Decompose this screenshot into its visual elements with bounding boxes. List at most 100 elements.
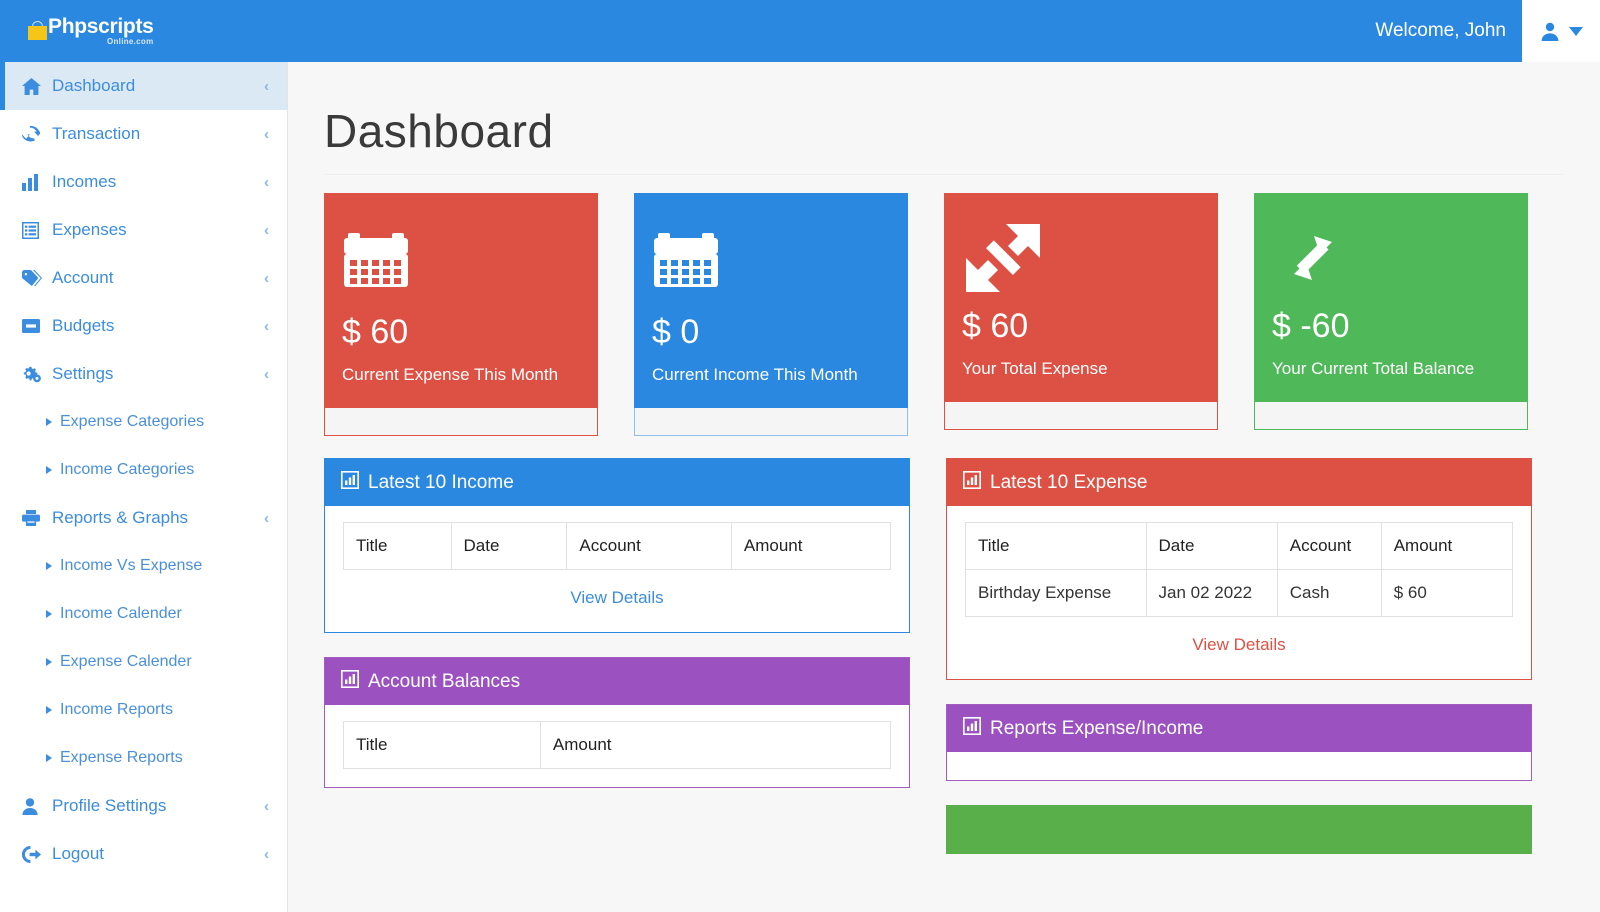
panel-body: Title Date Account Amount Birthday Expen… [947, 506, 1531, 679]
sidebar-subitem-expense-calender[interactable]: Expense Calender [0, 638, 287, 686]
panel-header: Reports Expense/Income [947, 705, 1531, 753]
sidebar-subitem-income-calender[interactable]: Income Calender [0, 590, 287, 638]
stat-card-footer[interactable] [634, 408, 908, 437]
triangle-bullet-icon [46, 466, 52, 474]
chevron-left-icon: ‹ [264, 797, 269, 815]
stat-card-total-expense[interactable]: $ 60 Your Total Expense [944, 193, 1218, 431]
stat-label: Current Income This Month [652, 365, 858, 384]
panel-title: Account Balances [368, 670, 521, 692]
panel-body [947, 752, 1531, 780]
brand-name: Phpscripts [48, 15, 154, 38]
chevron-left-icon: ‹ [264, 269, 269, 287]
stat-label: Your Current Total Balance [1272, 359, 1475, 378]
stat-card-footer[interactable] [944, 402, 1218, 431]
sidebar: Dashboard ‹ Transaction ‹ Incomes ‹ Expe… [0, 62, 288, 912]
tag-icon [22, 270, 44, 286]
triangle-bullet-icon [46, 706, 52, 714]
sidebar-item-account[interactable]: Account ‹ [0, 254, 287, 302]
panels-left-column: Latest 10 Income Title Date Account Amou… [324, 458, 910, 812]
account-balances-table: Title Amount [343, 721, 892, 770]
panel-header: Account Balances [325, 658, 909, 706]
sidebar-subitem-income-categories[interactable]: Income Categories [0, 446, 287, 494]
view-details-link[interactable]: View Details [965, 617, 1513, 661]
stat-card-current-expense[interactable]: $ 60 Current Expense This Month [324, 193, 598, 437]
column-header: Account [1276, 522, 1382, 571]
expand-arrows-icon [962, 215, 1200, 301]
stat-value: $ 0 [652, 313, 700, 351]
stat-card-total-balance[interactable]: $ -60 Your Current Total Balance [1254, 193, 1528, 431]
top-header: Phpscripts Online.com Welcome, John [0, 0, 1600, 62]
wallet-icon [22, 319, 44, 333]
sidebar-subitem-expense-reports[interactable]: Expense Reports [0, 734, 287, 782]
cell-title: Birthday Expense [965, 569, 1147, 618]
panel-body: Title Amount [325, 705, 909, 787]
sidebar-subitem-label: Income Reports [60, 701, 173, 718]
table-row[interactable]: Birthday Expense Jan 02 2022 Cash $ 60 [965, 569, 1514, 618]
sidebar-item-transaction[interactable]: Transaction ‹ [0, 110, 287, 158]
logout-icon [22, 845, 44, 863]
panel-reports-expense-income: Reports Expense/Income [946, 704, 1532, 782]
panel-account-balances: Account Balances Title Amount [324, 657, 910, 789]
panel-header: Latest 10 Expense [947, 459, 1531, 507]
chevron-left-icon: ‹ [264, 845, 269, 863]
sidebar-item-budgets[interactable]: Budgets ‹ [0, 302, 287, 350]
user-menu-button[interactable] [1522, 0, 1600, 62]
stat-label: Current Expense This Month [342, 365, 559, 384]
sidebar-subitem-label: Expense Categories [60, 413, 205, 430]
sidebar-subitem-income-vs-expense[interactable]: Income Vs Expense [0, 542, 287, 590]
panel-header [947, 806, 1531, 854]
sidebar-item-label: Budgets [52, 316, 115, 335]
column-header: Title [343, 721, 541, 770]
panel-title: Reports Expense/Income [990, 717, 1204, 739]
panel-latest-income: Latest 10 Income Title Date Account Amou… [324, 458, 910, 634]
sidebar-item-expenses[interactable]: Expenses ‹ [0, 206, 287, 254]
sidebar-subitem-label: Expense Reports [60, 749, 183, 766]
sidebar-item-profile-settings[interactable]: Profile Settings ‹ [0, 782, 287, 830]
sidebar-item-label: Expenses [52, 220, 127, 239]
sidebar-subitem-income-reports[interactable]: Income Reports [0, 686, 287, 734]
sidebar-item-logout[interactable]: Logout ‹ [0, 830, 287, 878]
panel-title: Latest 10 Income [368, 471, 514, 493]
sidebar-item-label: Account [52, 268, 114, 287]
column-header: Date [450, 522, 568, 571]
dashboard-panels: Latest 10 Income Title Date Account Amou… [288, 436, 1600, 878]
stat-card-footer[interactable] [1254, 402, 1528, 431]
brand[interactable]: Phpscripts Online.com [0, 0, 288, 62]
brand-logo: Phpscripts Online.com [28, 16, 154, 46]
stat-value: $ 60 [342, 313, 409, 351]
view-details-link[interactable]: View Details [343, 570, 891, 614]
sidebar-item-settings[interactable]: Settings ‹ [0, 350, 287, 398]
sidebar-subitem-expense-categories[interactable]: Expense Categories [0, 398, 287, 446]
chevron-left-icon: ‹ [264, 317, 269, 335]
stat-value: $ -60 [1272, 307, 1350, 345]
sidebar-item-reports-graphs[interactable]: Reports & Graphs ‹ [0, 494, 287, 542]
shopping-bag-icon [28, 21, 47, 40]
home-icon [22, 77, 44, 95]
sidebar-subitem-label: Income Vs Expense [60, 557, 203, 574]
bar-chart-box-icon [341, 669, 359, 694]
triangle-bullet-icon [46, 418, 52, 426]
chevron-left-icon: ‹ [264, 221, 269, 239]
sidebar-item-incomes[interactable]: Incomes ‹ [0, 158, 287, 206]
stat-card-footer[interactable] [324, 408, 598, 437]
panel-body: Title Date Account Amount View Details [325, 506, 909, 632]
column-header: Amount [730, 522, 892, 571]
list-icon [22, 221, 44, 239]
cell-amount: $ 60 [1380, 569, 1514, 618]
sidebar-item-dashboard[interactable]: Dashboard ‹ [0, 62, 287, 110]
panel-header: Latest 10 Income [325, 459, 909, 507]
compress-arrows-icon [1272, 215, 1510, 301]
triangle-bullet-icon [46, 754, 52, 762]
bar-chart-icon [22, 173, 44, 191]
income-table: Title Date Account Amount [343, 522, 892, 571]
column-header: Amount [539, 721, 892, 770]
stat-card-current-income[interactable]: $ 0 Current Income This Month [634, 193, 908, 437]
brand-subtitle: Online.com [106, 37, 154, 46]
refresh-icon [22, 125, 44, 143]
table-header-row: Title Date Account Amount [343, 522, 892, 571]
triangle-bullet-icon [46, 610, 52, 618]
bar-chart-box-icon [341, 470, 359, 495]
sidebar-item-label: Profile Settings [52, 796, 167, 815]
bar-chart-box-icon [963, 470, 981, 495]
sidebar-subitem-label: Expense Calender [60, 653, 192, 670]
